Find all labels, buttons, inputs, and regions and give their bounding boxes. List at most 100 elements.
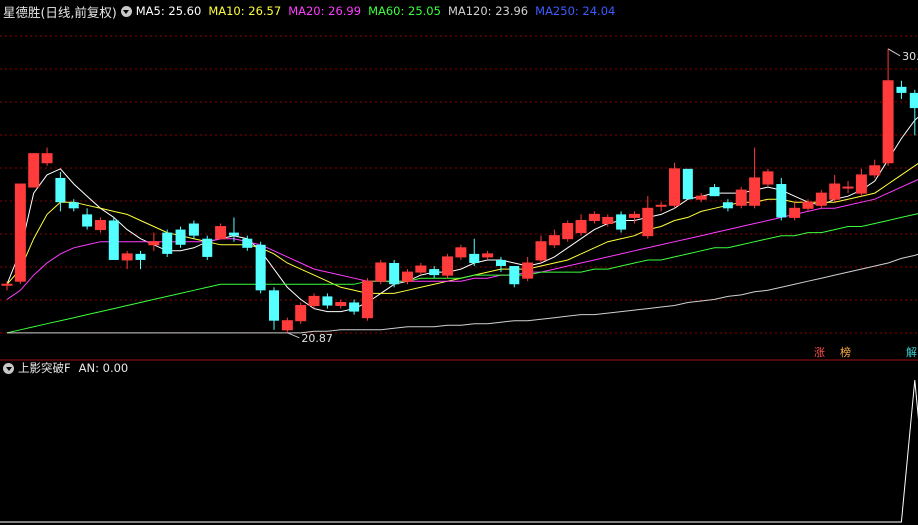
- candle-body-up: [842, 186, 854, 189]
- low-arrow: [287, 332, 300, 339]
- candle-body-up: [121, 253, 133, 261]
- candle: [349, 299, 360, 315]
- candle-body-down: [82, 214, 93, 227]
- candle: [482, 250, 494, 260]
- candle: [295, 302, 307, 324]
- candle: [121, 250, 133, 270]
- high-annotation: 30.25: [902, 50, 918, 63]
- candle: [762, 168, 774, 188]
- candle-body-up: [815, 192, 827, 206]
- candle-body-up: [308, 295, 320, 307]
- candle-body-up: [281, 320, 293, 331]
- candle: [188, 220, 199, 239]
- candle: [281, 317, 293, 333]
- candle-body-up: [695, 195, 707, 200]
- ma-legend-item: MA20: 26.99: [288, 4, 362, 18]
- candle: [669, 162, 680, 209]
- candle: [695, 193, 707, 203]
- candle: [175, 226, 186, 248]
- candle-body-up: [455, 247, 467, 258]
- ma-legend-item: MA60: 25.05: [368, 4, 441, 18]
- dropdown-icon[interactable]: [120, 5, 132, 17]
- candle-body-down: [322, 296, 333, 306]
- candle: [469, 238, 480, 267]
- candle-body-down: [909, 92, 918, 109]
- candle: [562, 220, 574, 242]
- ranking-badge[interactable]: 榜: [838, 345, 853, 360]
- indicator-dropdown-icon[interactable]: [3, 362, 14, 374]
- candle-body-up: [335, 301, 347, 307]
- an-indicator-line: [0, 379, 918, 523]
- candle: [616, 211, 627, 233]
- candle: [135, 250, 146, 270]
- candle-body-down: [896, 86, 907, 93]
- indicator-series: [0, 379, 918, 523]
- candle-body-up: [789, 207, 801, 218]
- candle: [709, 184, 720, 197]
- ma-legend: MA5: 25.60 MA10: 26.57 MA20: 26.99 MA60: 25…: [136, 4, 623, 18]
- candle: [14, 183, 26, 285]
- candle-body-up: [1, 283, 13, 286]
- candle: [28, 153, 40, 188]
- candle-body-up: [588, 213, 600, 221]
- candle-body-up: [41, 153, 53, 164]
- candle-body-up: [148, 241, 160, 246]
- candle: [548, 229, 560, 248]
- ma-legend-item: MA5: 25.60: [135, 4, 202, 18]
- candle-body-up: [522, 262, 534, 279]
- candle-body-down: [429, 269, 440, 276]
- candle: [228, 217, 239, 242]
- candle-body-up: [602, 216, 614, 225]
- candle: [415, 262, 427, 276]
- candle-body-up: [669, 168, 680, 206]
- candle: [94, 217, 106, 233]
- candle-body-down: [722, 202, 733, 209]
- candle: [361, 278, 373, 321]
- candle-body-down: [242, 238, 253, 248]
- candle: [735, 187, 747, 209]
- candle: [442, 253, 454, 279]
- candle-body-down: [135, 253, 146, 260]
- candle-body-up: [482, 253, 494, 258]
- candlestick-series: [1, 48, 918, 333]
- high-arrow: [887, 48, 901, 57]
- candle-body-up: [802, 201, 814, 209]
- candle: [335, 299, 347, 309]
- candle: [749, 147, 761, 209]
- candle-body-up: [829, 183, 841, 200]
- candle: [829, 174, 841, 203]
- indicator-header: 上影突破F AN: 0.00: [0, 359, 128, 377]
- candle-body-up: [548, 235, 560, 246]
- candle: [815, 190, 827, 209]
- period-label: (日线,前复权): [40, 4, 117, 20]
- candle-body-up: [94, 219, 106, 231]
- ma-line-ma60: [6, 213, 918, 334]
- candle: [642, 196, 654, 239]
- candle: [82, 208, 93, 230]
- rise-badge[interactable]: 涨: [812, 345, 827, 360]
- candle-body-down: [269, 290, 279, 321]
- candle-body-up: [575, 219, 587, 234]
- candle: [389, 259, 400, 288]
- candle-body-down: [202, 238, 213, 257]
- candle: [269, 287, 279, 330]
- security-name[interactable]: 星德胜: [3, 2, 41, 21]
- candle: [255, 241, 266, 294]
- candle-body-up: [535, 241, 547, 261]
- candle: [842, 180, 854, 194]
- indicator-name[interactable]: 上影突破F: [18, 360, 71, 376]
- candle-body-down: [469, 253, 480, 263]
- candle-body-up: [361, 280, 373, 319]
- candle-body-down: [162, 232, 173, 254]
- candle-body-up: [735, 189, 747, 206]
- candle: [455, 244, 467, 260]
- candle-body-down: [68, 202, 79, 209]
- candle-body-up: [402, 271, 413, 282]
- unlock-badge[interactable]: 解: [904, 345, 918, 360]
- candle-body-down: [175, 229, 186, 245]
- candle-body-up: [215, 226, 227, 240]
- kline-chart[interactable]: 30.25 20.87: [0, 0, 918, 525]
- candle-body-up: [295, 305, 307, 322]
- candle-body-down: [108, 220, 119, 260]
- candle-body-down: [188, 223, 199, 236]
